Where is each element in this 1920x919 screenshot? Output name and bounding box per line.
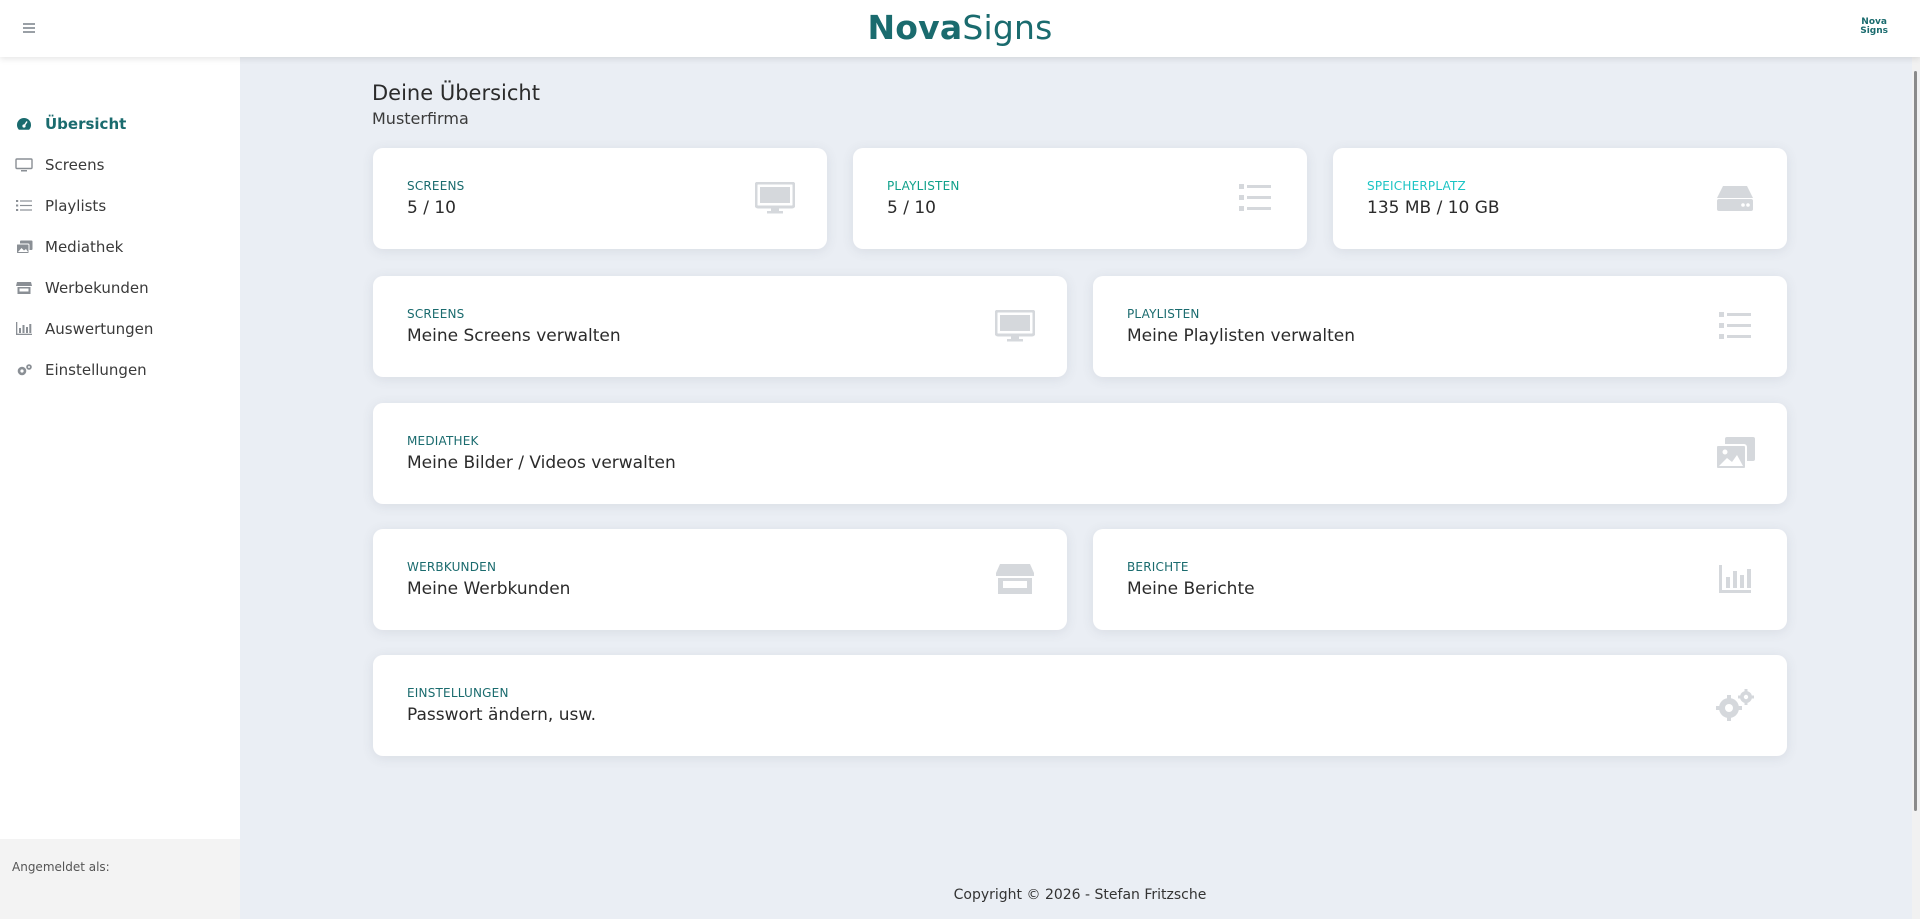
hdd-icon [1717, 186, 1753, 211]
user-logo-line2: Signs [1860, 26, 1888, 36]
stat-card-screens[interactable]: SCREENS 5 / 10 [373, 148, 827, 249]
card-mediathek[interactable]: MEDIATHEK Meine Bilder / Videos verwalte… [373, 403, 1787, 504]
card-text: Meine Werbkunden [407, 579, 571, 599]
sidebar-item-label: Auswertungen [45, 319, 154, 338]
stat-label: SPEICHERPLATZ [1367, 179, 1466, 193]
stat-value: 135 MB / 10 GB [1367, 198, 1500, 218]
stat-card-playlists[interactable]: PLAYLISTEN 5 / 10 [853, 148, 1307, 249]
card-label: PLAYLISTEN [1127, 307, 1200, 321]
card-label: SCREENS [407, 307, 465, 321]
sidebar-item-playlists[interactable]: Playlists [0, 185, 240, 226]
card-text: Passwort ändern, usw. [407, 705, 597, 725]
list-icon [1239, 184, 1271, 211]
card-label: BERICHTE [1127, 560, 1189, 574]
scrollbar-thumb[interactable] [1914, 71, 1917, 811]
logged-in-label: Angemeldet als: [12, 860, 110, 874]
stat-card-storage[interactable]: SPEICHERPLATZ 135 MB / 10 GB [1333, 148, 1787, 249]
card-einstellungen[interactable]: EINSTELLUNGEN Passwort ändern, usw. [373, 655, 1787, 756]
sidebar-item-auswertungen[interactable]: Auswertungen [0, 308, 240, 349]
page-title: Deine Übersicht [372, 81, 540, 105]
sidebar-item-mediathek[interactable]: Mediathek [0, 226, 240, 267]
card-label: MEDIATHEK [407, 434, 479, 448]
card-label: EINSTELLUNGEN [407, 686, 509, 700]
main-content: Deine Übersicht Musterfirma SCREENS 5 / … [240, 57, 1920, 919]
sidebar-item-screens[interactable]: Screens [0, 144, 240, 185]
stat-value: 5 / 10 [407, 198, 456, 218]
gears-icon [1716, 689, 1754, 721]
card-screens[interactable]: SCREENS Meine Screens verwalten [373, 276, 1067, 377]
sidebar-item-label: Playlists [45, 196, 107, 215]
sidebar-nav: Übersicht Screens Playlists Mediathek We… [0, 57, 240, 390]
sidebar-item-label: Werbekunden [45, 278, 149, 297]
list-icon [1719, 312, 1751, 339]
stat-label: SCREENS [407, 179, 465, 193]
sidebar-item-label: Screens [45, 155, 105, 174]
sidebar-item-label: Übersicht [45, 114, 127, 133]
sidebar-item-einstellungen[interactable]: Einstellungen [0, 349, 240, 390]
top-bar: NovaSigns Nova Signs [0, 0, 1920, 57]
card-text: Meine Screens verwalten [407, 326, 621, 346]
store-icon [15, 281, 33, 295]
bar-chart-icon [15, 322, 33, 336]
card-label: WERBKUNDEN [407, 560, 497, 574]
store-icon [996, 564, 1034, 594]
stat-value: 5 / 10 [887, 198, 936, 218]
page-scrollbar[interactable] [1912, 57, 1920, 919]
logo-signs: Signs [962, 8, 1053, 47]
sidebar-item-label: Mediathek [45, 237, 124, 256]
card-text: Meine Berichte [1127, 579, 1255, 599]
images-icon [1715, 437, 1755, 469]
sidebar-item-label: Einstellungen [45, 360, 147, 379]
card-werbkunden[interactable]: WERBKUNDEN Meine Werbkunden [373, 529, 1067, 630]
dashboard-icon [15, 117, 33, 131]
logged-in-info: Angemeldet als: [0, 839, 240, 919]
copyright-footer: Copyright © 2026 - Stefan Fritzsche [953, 887, 1207, 903]
sidebar-item-uebersicht[interactable]: Übersicht [0, 103, 240, 144]
sidebar: Übersicht Screens Playlists Mediathek We… [0, 57, 240, 919]
images-icon [15, 240, 33, 254]
page-subtitle: Musterfirma [372, 109, 469, 128]
card-text: Meine Playlisten verwalten [1127, 326, 1355, 346]
card-text: Meine Bilder / Videos verwalten [407, 453, 676, 473]
stat-label: PLAYLISTEN [887, 179, 960, 193]
logo-nova: Nova [867, 8, 963, 47]
list-icon [15, 199, 33, 213]
card-playlists[interactable]: PLAYLISTEN Meine Playlisten verwalten [1093, 276, 1787, 377]
monitor-icon [15, 157, 33, 172]
bar-chart-icon [1719, 565, 1751, 593]
user-logo[interactable]: Nova Signs [1860, 18, 1888, 36]
gears-icon [15, 363, 33, 377]
card-berichte[interactable]: BERICHTE Meine Berichte [1093, 529, 1787, 630]
app-logo[interactable]: NovaSigns [0, 8, 1920, 48]
sidebar-item-werbekunden[interactable]: Werbekunden [0, 267, 240, 308]
monitor-icon [755, 182, 795, 214]
monitor-icon [995, 310, 1035, 342]
